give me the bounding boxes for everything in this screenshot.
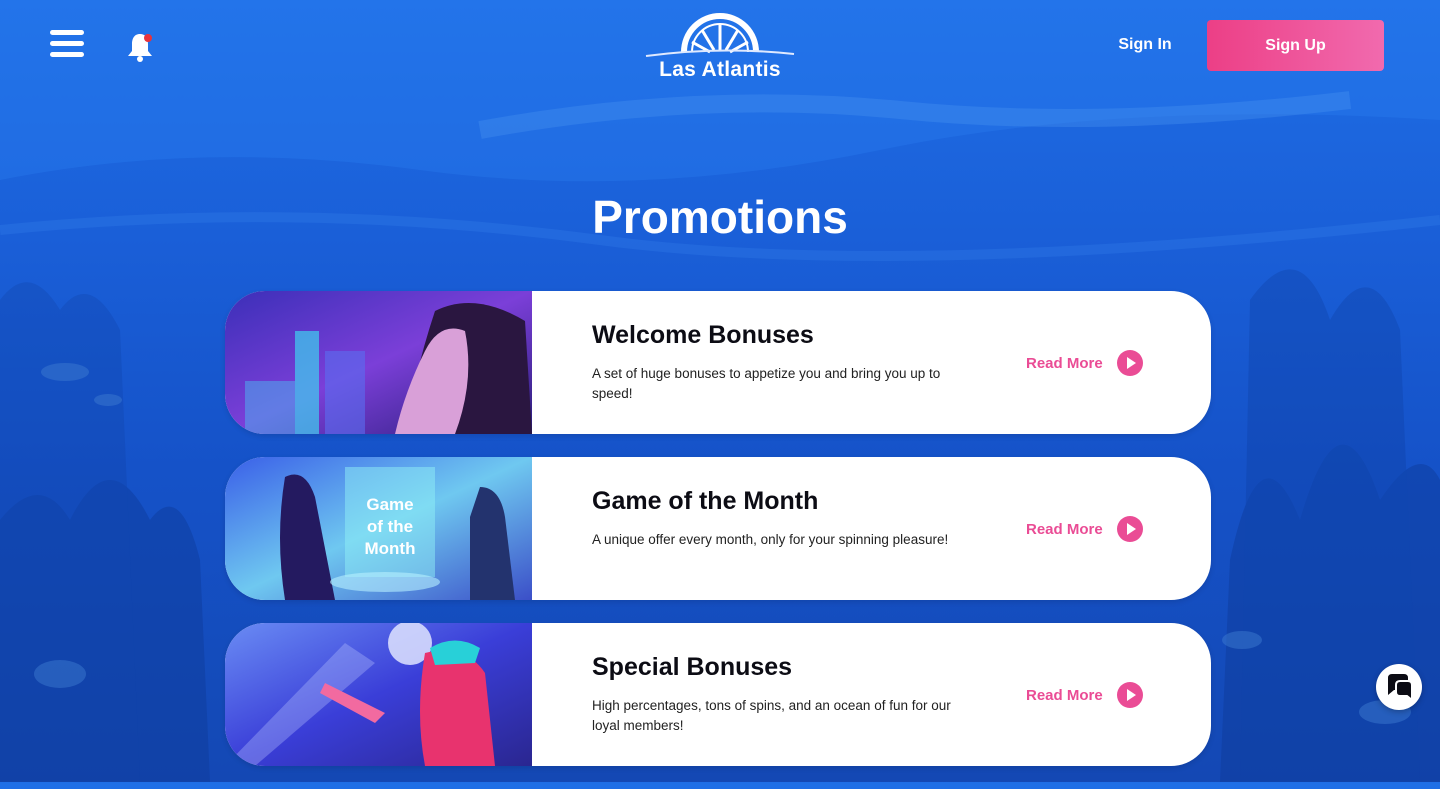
- game-of-the-month-image: Game of the Month: [225, 457, 532, 600]
- promotion-title: Special Bonuses: [592, 653, 793, 681]
- las-atlantis-logo[interactable]: Las Atlantis: [640, 10, 800, 88]
- sign-up-button[interactable]: Sign Up: [1207, 20, 1384, 71]
- read-more-button[interactable]: Read More: [1026, 349, 1143, 377]
- promotion-card-welcome-bonuses: Welcome Bonuses A set of huge bonuses to…: [225, 291, 1211, 434]
- promotion-card-special-bonuses: Special Bonuses High percentages, tons o…: [225, 623, 1211, 766]
- read-more-label: Read More: [1026, 520, 1103, 538]
- promotion-description: A set of huge bonuses to appetize you an…: [592, 366, 941, 401]
- promotion-description: High percentages, tons of spins, and an …: [592, 698, 951, 733]
- game-of-the-month-image-label-line1: Game: [366, 495, 413, 514]
- game-of-the-month-image-label-line3: Month: [365, 539, 416, 558]
- read-more-label: Read More: [1026, 354, 1103, 372]
- read-more-button[interactable]: Read More: [1026, 515, 1143, 543]
- play-icon: [1116, 350, 1143, 376]
- promotions-list: Welcome Bonuses A set of huge bonuses to…: [225, 291, 1211, 789]
- play-icon: [1116, 682, 1143, 708]
- promotion-title: Game of the Month: [592, 487, 819, 515]
- chat-bubble-icon[interactable]: [1376, 664, 1422, 710]
- special-bonuses-image: [225, 623, 532, 766]
- promotion-description: A unique offer every month, only for you…: [592, 532, 949, 547]
- welcome-bonuses-image: [225, 291, 532, 434]
- game-of-the-month-image-label-line2: of the: [367, 517, 413, 536]
- page-title: Promotions: [592, 191, 848, 243]
- bell-icon[interactable]: [124, 30, 156, 64]
- site-header: Las Atlantis Sign In Sign Up: [0, 0, 1440, 100]
- sign-in-link[interactable]: Sign In: [1100, 36, 1190, 54]
- promotion-card-game-of-the-month: Game of the Month Game of the Month A un…: [225, 457, 1211, 600]
- logo-text: Las Atlantis: [659, 58, 781, 81]
- play-icon: [1116, 516, 1143, 542]
- hamburger-menu-icon[interactable]: [50, 30, 84, 62]
- read-more-label: Read More: [1026, 686, 1103, 704]
- read-more-button[interactable]: Read More: [1026, 681, 1143, 709]
- promotion-title: Welcome Bonuses: [592, 321, 814, 349]
